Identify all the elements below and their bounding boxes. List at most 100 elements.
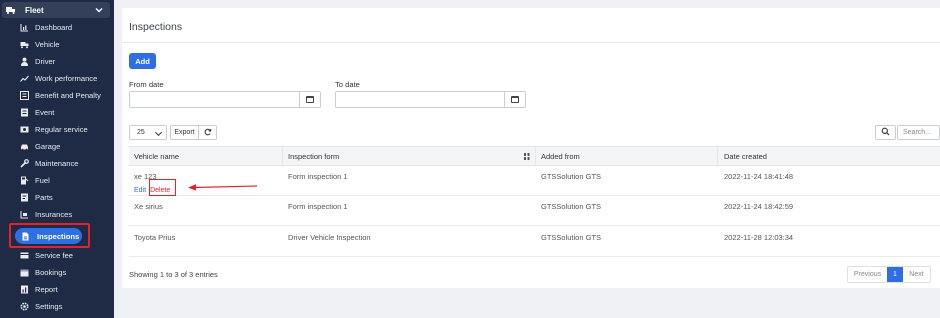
sidebar-item-label: Fuel (35, 176, 50, 185)
sidebar-item-service-fee[interactable]: Service fee (20, 247, 73, 264)
page-1-button[interactable]: 1 (887, 267, 903, 282)
sidebar-item-label: Benefit and Penalty (35, 91, 101, 100)
column-added-from[interactable]: Added from (541, 147, 580, 165)
to-date-calendar-button[interactable] (504, 92, 525, 107)
page-size-value: 25 (137, 129, 145, 136)
sidebar-item-label: Maintenance (35, 159, 79, 168)
report-icon (20, 285, 29, 294)
sidebar-item-label: Event (35, 108, 55, 117)
sidebar-item-inspections[interactable]: Inspections (15, 228, 82, 244)
chevron-down-icon[interactable] (94, 5, 104, 15)
table-tools: Export (170, 125, 217, 140)
table-header: Vehicle name Inspection form Added from … (129, 146, 940, 166)
table-row: Xe sirius Form inspection 1 GTSSolution … (129, 196, 940, 226)
sidebar-item-label: Parts (35, 193, 53, 202)
from-date-calendar-button[interactable] (299, 92, 320, 107)
sidebar-item-garage[interactable]: Garage (20, 138, 60, 155)
sidebar-item-label: Insurances (35, 210, 73, 219)
cell-vehicle-name: Xe sirius (134, 202, 163, 211)
trend-icon (20, 74, 29, 83)
truck-icon (20, 40, 29, 49)
sidebar-item-label: Service fee (35, 251, 73, 260)
sidebar-item-regular-service[interactable]: Regular service (20, 121, 88, 138)
sidebar: Fleet Dashboard Vehicle Driver Work perf… (0, 0, 114, 318)
cell-vehicle-name: Toyota Prius (134, 233, 176, 242)
sidebar-item-label: Inspections (37, 231, 80, 241)
cell-added-from: GTSSolution GTS (541, 172, 602, 181)
column-divider (717, 147, 718, 165)
event-icon (20, 108, 29, 117)
cell-inspection-form: Form inspection 1 (288, 202, 348, 211)
sidebar-item-label: Report (35, 285, 58, 294)
sidebar-item-report[interactable]: Report (20, 281, 58, 298)
previous-page-button[interactable]: Previous (848, 267, 887, 282)
sidebar-item-label: Vehicle (35, 40, 60, 49)
booking-icon (20, 268, 29, 277)
sidebar-item-maintenance[interactable]: Maintenance (20, 155, 78, 172)
search-input[interactable]: Search... (897, 125, 940, 140)
chevron-down-icon (154, 128, 163, 137)
sidebar-item-label: Work performance (35, 74, 98, 83)
from-date-label: From date (129, 80, 164, 89)
next-page-button[interactable]: Next (903, 267, 930, 282)
sidebar-item-label: Dashboard (35, 23, 73, 32)
parts-icon (20, 193, 29, 202)
gear-icon (20, 302, 29, 311)
add-button[interactable]: Add (129, 53, 156, 69)
sidebar-item-bookings[interactable]: Bookings (20, 264, 66, 281)
user-icon (20, 57, 29, 66)
sidebar-item-label: Garage (35, 142, 61, 151)
sidebar-item-insurances[interactable]: Insurances (20, 206, 72, 223)
fuel-icon (20, 176, 29, 185)
sidebar-item-benefit-penalty[interactable]: Benefit and Penalty (20, 87, 101, 104)
edit-link[interactable]: Edit (134, 187, 146, 194)
column-date-created[interactable]: Date created (724, 147, 767, 165)
column-filter-icon[interactable] (523, 147, 531, 165)
from-date-input[interactable] (129, 91, 321, 108)
to-date-label: To date (335, 80, 360, 89)
page-size-select[interactable]: 25 (129, 125, 167, 140)
column-divider (535, 147, 536, 165)
cell-date-created: 2022-11-24 18:42:59 (724, 202, 794, 211)
sidebar-group-label: Fleet (25, 5, 44, 15)
sidebar-item-fuel[interactable]: Fuel (20, 172, 50, 189)
calendar-icon (306, 96, 314, 103)
sidebar-item-event[interactable]: Event (20, 104, 54, 121)
table-row: Toyota Prius Driver Vehicle Inspection G… (129, 226, 940, 257)
truck-icon (6, 6, 16, 14)
refresh-button[interactable] (199, 125, 217, 140)
cell-added-from: GTSSolution GTS (541, 233, 602, 242)
sidebar-item-vehicle[interactable]: Vehicle (20, 36, 60, 53)
divider (122, 42, 940, 43)
sidebar-group-fleet[interactable]: Fleet (2, 2, 110, 18)
annotation-arrow (188, 184, 258, 191)
to-date-input[interactable] (335, 91, 526, 108)
wrench-icon (20, 159, 29, 168)
search-button[interactable] (875, 125, 896, 140)
search-icon (881, 127, 890, 138)
service-icon (20, 125, 29, 134)
inspections-card: Inspections Add From date To date 25 Exp… (122, 8, 940, 288)
cell-inspection-form: Driver Vehicle Inspection (288, 233, 371, 242)
sidebar-item-label: Bookings (35, 268, 67, 277)
export-button[interactable]: Export (170, 125, 199, 140)
column-inspection-form[interactable]: Inspection form (288, 147, 339, 165)
page-title: Inspections (129, 21, 183, 33)
sidebar-item-label: Regular service (35, 125, 88, 134)
sidebar-item-work-performance[interactable]: Work performance (20, 70, 97, 87)
sidebar-item-driver[interactable]: Driver (20, 53, 55, 70)
sidebar-item-dashboard[interactable]: Dashboard (20, 19, 72, 36)
cell-date-created: 2022-11-24 18:41:48 (724, 172, 794, 181)
cell-date-created: 2022-11-28 12:03:34 (724, 233, 794, 242)
fee-icon (20, 251, 29, 260)
cell-inspection-form: Form inspection 1 (288, 172, 348, 181)
document-icon (21, 232, 30, 241)
column-divider (282, 147, 283, 165)
cell-added-from: GTSSolution GTS (541, 202, 602, 211)
pagination: Previous 1 Next (847, 266, 931, 283)
calendar-icon (511, 96, 519, 103)
insurance-icon (20, 210, 29, 219)
sidebar-item-settings[interactable]: Settings (20, 298, 62, 315)
sidebar-item-parts[interactable]: Parts (20, 189, 53, 206)
column-vehicle-name[interactable]: Vehicle name (134, 147, 179, 165)
